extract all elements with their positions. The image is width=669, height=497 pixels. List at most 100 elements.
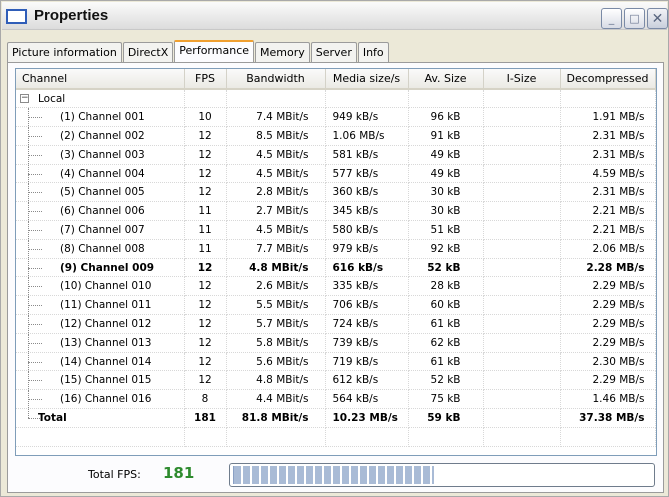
fps-cell: 12 — [184, 182, 227, 203]
decompressed-cell: 2.06 MB/s — [560, 239, 656, 259]
media-size-cell: 719 kB/s — [325, 352, 409, 372]
minimize-button[interactable]: _ — [601, 8, 622, 29]
channel-name: (4) Channel 004 — [60, 167, 145, 180]
table-row[interactable]: (13) Channel 013 12 5.8 MBit/s 739 kB/s 62 k… — [16, 333, 656, 353]
av-size-cell: 60 kB — [408, 295, 484, 316]
column-header-bandwidth[interactable]: Bandwidth — [226, 69, 326, 90]
decompressed-cell: 2.29 MB/s — [560, 333, 656, 353]
group-row-local[interactable]: − Local — [16, 89, 656, 109]
table-row[interactable]: (1) Channel 001 10 7.4 MBit/s 949 kB/s 96 kB… — [16, 107, 656, 128]
total-label: Total — [38, 412, 67, 425]
av-size-cell: 75 kB — [408, 389, 484, 410]
column-header-channel[interactable]: Channel — [16, 69, 185, 90]
fps-cell: 12 — [184, 352, 227, 372]
av-size-cell: 49 kB — [408, 164, 484, 184]
empty-cell — [184, 89, 227, 109]
table-row[interactable]: (9) Channel 009 12 4.8 MBit/s 616 kB/s 52 kB… — [16, 258, 656, 278]
empty-cell — [408, 89, 484, 109]
channel-cell: (7) Channel 007 — [16, 220, 185, 240]
channel-name: (14) Channel 014 — [60, 355, 152, 368]
channel-cell: (11) Channel 011 — [16, 295, 185, 316]
av-size-cell: 52 kB — [408, 258, 484, 278]
decompressed-cell: 2.21 MB/s — [560, 220, 656, 240]
maximize-button[interactable]: □ — [624, 8, 645, 29]
channel-cell: (10) Channel 010 — [16, 276, 185, 297]
i-size-cell — [483, 408, 561, 428]
bandwidth-cell: 2.8 MBit/s — [226, 182, 326, 203]
bandwidth-cell: 8.5 MBit/s — [226, 126, 326, 146]
channel-cell: (12) Channel 012 — [16, 314, 185, 334]
bandwidth-cell: 5.7 MBit/s — [226, 314, 326, 334]
bandwidth-cell: 2.6 MBit/s — [226, 276, 326, 297]
media-size-cell: 345 kB/s — [325, 201, 409, 222]
column-header-av-size[interactable]: Av. Size — [408, 69, 484, 90]
decompressed-cell: 1.91 MB/s — [560, 107, 656, 128]
tab-strip: Picture information DirectX Performance Mem… — [7, 40, 390, 63]
channel-table[interactable]: Channel FPS Bandwidth Media size/s Av. S… — [15, 68, 657, 456]
fps-cell: 181 — [184, 408, 227, 428]
empty-cell — [226, 427, 326, 447]
i-size-cell — [483, 164, 561, 184]
table-row[interactable]: (8) Channel 008 11 7.7 MBit/s 979 kB/s 92 kB… — [16, 239, 656, 259]
bandwidth-cell: 4.5 MBit/s — [226, 164, 326, 184]
table-row[interactable]: (2) Channel 002 12 8.5 MBit/s 1.06 MB/s 91 k… — [16, 126, 656, 146]
tree-branch — [28, 305, 42, 307]
table-row[interactable]: (4) Channel 004 12 4.5 MBit/s 577 kB/s 49 kB… — [16, 164, 656, 184]
empty-cell — [325, 427, 409, 447]
media-size-cell: 10.23 MB/s — [325, 408, 409, 428]
table-row[interactable]: (12) Channel 012 12 5.7 MBit/s 724 kB/s 61 k… — [16, 314, 656, 334]
tab-performance[interactable]: Performance — [174, 40, 255, 63]
media-size-cell: 706 kB/s — [325, 295, 409, 316]
av-size-cell: 28 kB — [408, 276, 484, 297]
channel-name: (10) Channel 010 — [60, 280, 152, 293]
close-button[interactable]: ✕ — [647, 8, 668, 29]
av-size-cell: 30 kB — [408, 182, 484, 203]
av-size-cell: 30 kB — [408, 201, 484, 222]
channel-name: (9) Channel 009 — [60, 261, 155, 274]
total-row[interactable]: Total 181 81.8 MBit/s 10.23 MB/s 59 kB 37.38 … — [16, 408, 656, 428]
media-size-cell: 580 kB/s — [325, 220, 409, 240]
fps-cell: 12 — [184, 295, 227, 316]
table-row[interactable]: (7) Channel 007 11 4.5 MBit/s 580 kB/s 51 kB… — [16, 220, 656, 240]
i-size-cell — [483, 182, 561, 203]
table-row[interactable]: (11) Channel 011 12 5.5 MBit/s 706 kB/s 60 k… — [16, 295, 656, 316]
column-header-fps[interactable]: FPS — [184, 69, 227, 90]
table-row[interactable]: (14) Channel 014 12 5.6 MBit/s 719 kB/s 61 k… — [16, 352, 656, 372]
channel-name: (8) Channel 008 — [60, 242, 145, 255]
decompressed-cell: 2.29 MB/s — [560, 370, 656, 391]
table-row[interactable]: (3) Channel 003 12 4.5 MBit/s 581 kB/s 49 kB… — [16, 145, 656, 165]
tab-info[interactable]: Info — [357, 42, 389, 62]
column-header-media-size[interactable]: Media size/s — [325, 69, 409, 90]
channel-name: (11) Channel 011 — [60, 299, 152, 312]
table-row[interactable]: (6) Channel 006 11 2.7 MBit/s 345 kB/s 30 kB… — [16, 201, 656, 222]
table-row[interactable]: (15) Channel 015 12 4.8 MBit/s 612 kB/s 52 k… — [16, 370, 656, 391]
decompressed-cell: 2.31 MB/s — [560, 182, 656, 203]
column-header-decompressed[interactable]: Decompressed — [560, 69, 656, 90]
fps-cell: 8 — [184, 389, 227, 410]
tree-branch — [28, 154, 42, 156]
group-label: Local — [38, 93, 66, 105]
fps-cell: 12 — [184, 370, 227, 391]
tree-branch — [28, 399, 42, 401]
title-bar[interactable]: Properties _ □ ✕ — [2, 2, 668, 30]
av-size-cell: 92 kB — [408, 239, 484, 259]
fps-progress-bar — [229, 463, 655, 487]
tab-directx[interactable]: DirectX — [122, 42, 174, 62]
table-row[interactable]: (5) Channel 005 12 2.8 MBit/s 360 kB/s 30 kB… — [16, 182, 656, 203]
table-header-row: Channel FPS Bandwidth Media size/s Av. S… — [16, 69, 656, 90]
tree-collapse-icon[interactable]: − — [20, 94, 29, 103]
tab-memory[interactable]: Memory — [255, 42, 310, 62]
i-size-cell — [483, 333, 561, 353]
tab-server[interactable]: Server — [310, 42, 357, 62]
i-size-cell — [483, 295, 561, 316]
channel-name: (12) Channel 012 — [60, 318, 152, 331]
bandwidth-cell: 2.7 MBit/s — [226, 201, 326, 222]
table-row[interactable]: (10) Channel 010 12 2.6 MBit/s 335 kB/s 28 k… — [16, 276, 656, 297]
table-row[interactable]: (16) Channel 016 8 4.4 MBit/s 564 kB/s 75 kB… — [16, 389, 656, 410]
i-size-cell — [483, 239, 561, 259]
fps-progress-fill — [233, 466, 434, 484]
empty-cell — [325, 89, 409, 109]
column-header-i-size[interactable]: I-Size — [483, 69, 561, 90]
tree-branch — [28, 361, 42, 363]
tab-picture-information[interactable]: Picture information — [7, 42, 122, 62]
